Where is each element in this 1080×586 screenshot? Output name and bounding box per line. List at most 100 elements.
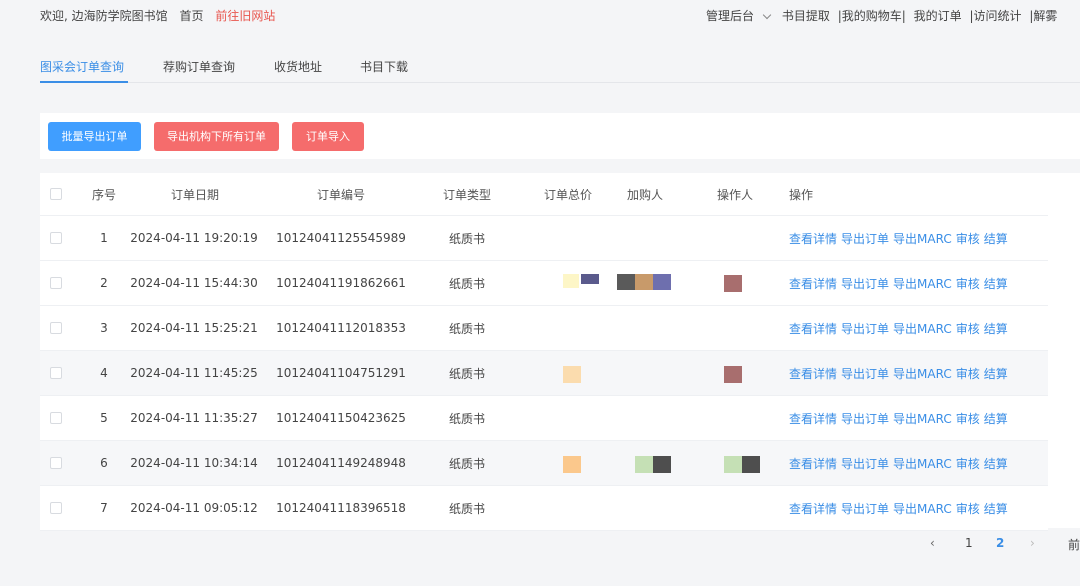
row-date: 2024-04-11 19:20:19 <box>130 231 258 245</box>
row-no: 2 <box>100 276 108 290</box>
header-order-no: 订单编号 <box>316 187 365 202</box>
row-no: 6 <box>100 456 108 470</box>
export-marc-link[interactable]: 导出MARC <box>893 365 952 382</box>
row-actions: 查看详情 导出订单 导出MARC 审核 结算 <box>789 351 1049 395</box>
row-type: 纸质书 <box>448 501 485 516</box>
row-checkbox[interactable] <box>50 502 62 514</box>
export-order-link[interactable]: 导出订单 <box>841 320 889 337</box>
export-marc-link[interactable]: 导出MARC <box>893 500 952 517</box>
chevron-down-icon[interactable] <box>762 10 772 20</box>
export-order-link[interactable]: 导出订单 <box>841 500 889 517</box>
table-row: 5 2024-04-11 11:35:27 10124041150423625 … <box>40 396 1048 441</box>
row-order-no: 10124041191862661 <box>276 276 406 290</box>
orders-table: 序号 订单日期 订单编号 订单类型 订单总价 加购人 操作人 操作 1 2024… <box>40 173 1080 531</box>
catalog-extract-link[interactable]: 书目提取 <box>782 9 830 23</box>
page-1-button[interactable]: 1 <box>965 536 973 550</box>
row-checkbox[interactable] <box>50 277 62 289</box>
header-total: 订单总价 <box>543 187 592 202</box>
review-link[interactable]: 审核 <box>956 365 980 382</box>
export-order-link[interactable]: 导出订单 <box>841 230 889 247</box>
row-no: 7 <box>100 501 108 515</box>
settle-link[interactable]: 结算 <box>984 455 1008 472</box>
review-link[interactable]: 审核 <box>956 230 980 247</box>
tab-bar: 图采会订单查询 荐购订单查询 收货地址 书目下载 <box>40 57 1080 83</box>
row-actions: 查看详情 导出订单 导出MARC 审核 结算 <box>789 261 1049 305</box>
export-order-link[interactable]: 导出订单 <box>841 275 889 292</box>
row-no: 3 <box>100 321 108 335</box>
review-link[interactable]: 审核 <box>956 500 980 517</box>
view-details-link[interactable]: 查看详情 <box>789 275 837 292</box>
row-no: 5 <box>100 411 108 425</box>
batch-export-button[interactable]: 批量导出订单 <box>48 122 141 151</box>
tab-fair-orders[interactable]: 图采会订单查询 <box>40 58 124 75</box>
row-order-no: 10124041125545989 <box>276 231 406 245</box>
tab-shipping-address[interactable]: 收货地址 <box>274 58 322 75</box>
row-checkbox[interactable] <box>50 412 62 424</box>
export-marc-link[interactable]: 导出MARC <box>893 320 952 337</box>
top-bar: 欢迎, 边海防学院图书馆 首页 前往旧网站 管理后台 书目提取 |我的购物车| … <box>0 0 1080 30</box>
header-date: 订单日期 <box>170 187 219 202</box>
settle-link[interactable]: 结算 <box>984 275 1008 292</box>
header-buyer: 加购人 <box>626 187 663 202</box>
next-page-icon[interactable]: › <box>1030 536 1035 550</box>
export-order-link[interactable]: 导出订单 <box>841 410 889 427</box>
import-orders-button[interactable]: 订单导入 <box>292 122 364 151</box>
row-no: 1 <box>100 231 108 245</box>
view-details-link[interactable]: 查看详情 <box>789 320 837 337</box>
review-link[interactable]: 审核 <box>956 455 980 472</box>
view-details-link[interactable]: 查看详情 <box>789 230 837 247</box>
row-checkbox[interactable] <box>50 367 62 379</box>
export-order-link[interactable]: 导出订单 <box>841 455 889 472</box>
view-details-link[interactable]: 查看详情 <box>789 500 837 517</box>
view-details-link[interactable]: 查看详情 <box>789 365 837 382</box>
table-row: 3 2024-04-11 15:25:21 10124041112018353 … <box>40 306 1048 351</box>
tab-catalog-download[interactable]: 书目下载 <box>360 58 408 75</box>
row-order-no: 10124041104751291 <box>276 366 406 380</box>
export-marc-link[interactable]: 导出MARC <box>893 275 952 292</box>
review-link[interactable]: 审核 <box>956 410 980 427</box>
view-details-link[interactable]: 查看详情 <box>789 455 837 472</box>
row-actions: 查看详情 导出订单 导出MARC 审核 结算 <box>789 306 1049 350</box>
cart-link[interactable]: |我的购物车| <box>838 9 906 23</box>
prev-page-icon[interactable]: ‹ <box>930 536 935 550</box>
select-all-checkbox[interactable] <box>50 188 62 200</box>
row-date: 2024-04-11 09:05:12 <box>130 501 258 515</box>
row-actions: 查看详情 导出订单 导出MARC 审核 结算 <box>789 486 1049 530</box>
old-site-link[interactable]: 前往旧网站 <box>215 9 275 23</box>
pagination: ‹ 1 2 › 前 <box>920 531 1080 557</box>
redacted-operator <box>724 366 742 383</box>
settle-link[interactable]: 结算 <box>984 230 1008 247</box>
stats-link[interactable]: |访问统计 <box>969 9 1021 23</box>
header-type: 订单类型 <box>442 187 491 202</box>
toolbar: 批量导出订单 导出机构下所有订单 订单导入 <box>40 113 1080 159</box>
tab-recommend-orders[interactable]: 荐购订单查询 <box>163 58 235 75</box>
row-checkbox[interactable] <box>50 457 62 469</box>
row-checkbox[interactable] <box>50 322 62 334</box>
settle-link[interactable]: 结算 <box>984 410 1008 427</box>
table-row: 6 2024-04-11 10:34:14 10124041149248948 … <box>40 441 1048 486</box>
settle-link[interactable]: 结算 <box>984 365 1008 382</box>
review-link[interactable]: 审核 <box>956 320 980 337</box>
table-header: 序号 订单日期 订单编号 订单类型 订单总价 加购人 操作人 操作 <box>40 173 1048 216</box>
export-marc-link[interactable]: 导出MARC <box>893 410 952 427</box>
row-actions: 查看详情 导出订单 导出MARC 审核 结算 <box>789 396 1049 440</box>
active-tab-indicator <box>40 81 128 83</box>
export-order-link[interactable]: 导出订单 <box>841 365 889 382</box>
home-link[interactable]: 首页 <box>179 9 203 23</box>
row-type: 纸质书 <box>448 231 485 246</box>
export-marc-link[interactable]: 导出MARC <box>893 230 952 247</box>
redacted-operator <box>724 275 742 292</box>
export-marc-link[interactable]: 导出MARC <box>893 455 952 472</box>
review-link[interactable]: 审核 <box>956 275 980 292</box>
my-orders-link[interactable]: 我的订单 <box>914 9 962 23</box>
table-row: 2 2024-04-11 15:44:30 10124041191862661 … <box>40 261 1048 306</box>
admin-menu[interactable]: 管理后台 <box>706 9 754 23</box>
row-type: 纸质书 <box>448 456 485 471</box>
settle-link[interactable]: 结算 <box>984 500 1008 517</box>
export-all-button[interactable]: 导出机构下所有订单 <box>154 122 279 151</box>
view-details-link[interactable]: 查看详情 <box>789 410 837 427</box>
more-link[interactable]: |解雾 <box>1029 9 1057 23</box>
settle-link[interactable]: 结算 <box>984 320 1008 337</box>
page-2-button[interactable]: 2 <box>996 536 1004 550</box>
row-checkbox[interactable] <box>50 232 62 244</box>
